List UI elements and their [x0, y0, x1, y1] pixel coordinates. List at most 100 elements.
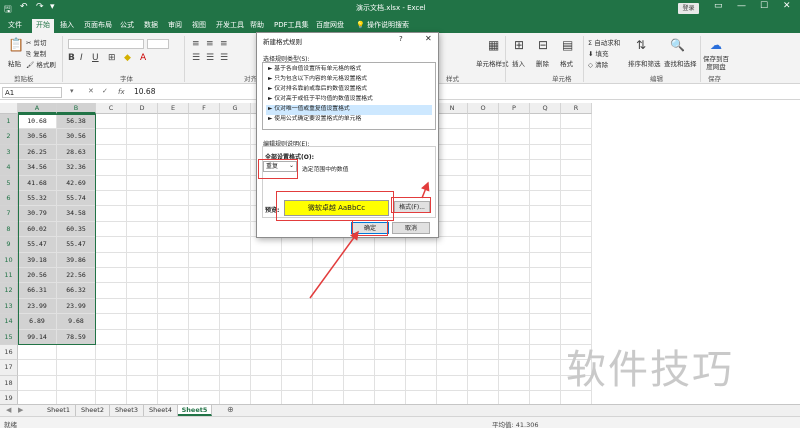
grid-cell[interactable] [189, 206, 220, 222]
grid-cell[interactable] [437, 191, 468, 207]
grid-cell[interactable] [530, 206, 561, 222]
grid-cell[interactable] [96, 375, 127, 392]
paste-icon[interactable]: 📋 [8, 38, 24, 53]
grid-cell[interactable] [468, 144, 499, 161]
sheet-tab[interactable]: Sheet4 [144, 405, 178, 416]
name-box[interactable]: A1 [2, 87, 62, 98]
grid-cell[interactable] [530, 252, 561, 268]
grid-cell[interactable] [344, 268, 375, 284]
grid-cell[interactable] [344, 314, 375, 330]
grid-cell[interactable] [406, 391, 437, 404]
grid-cell[interactable] [530, 345, 561, 361]
minimize-icon[interactable]: — [737, 1, 746, 11]
grid-cell[interactable] [189, 391, 220, 404]
grid-cell[interactable] [561, 191, 592, 207]
grid-cell[interactable] [406, 375, 437, 392]
grid-cell[interactable] [468, 175, 499, 191]
grid-cell[interactable] [96, 298, 127, 315]
tab-file[interactable]: 文件 [8, 20, 22, 30]
grid-cell[interactable] [406, 329, 437, 345]
grid-cell[interactable] [158, 298, 189, 315]
insert-function-button[interactable]: fx [118, 88, 125, 96]
grid-cell[interactable] [127, 314, 158, 330]
grid-cell[interactable] [220, 298, 251, 315]
grid-cell[interactable] [189, 237, 220, 253]
row-header[interactable]: 8 [0, 221, 18, 238]
grid-cell[interactable] [530, 160, 561, 176]
grid-cell[interactable] [18, 375, 57, 392]
row-header[interactable]: 7 [0, 206, 18, 222]
grid-cell[interactable] [530, 314, 561, 330]
grid-cell[interactable] [96, 206, 127, 222]
grid-cell[interactable] [499, 298, 530, 315]
grid-cell[interactable] [344, 345, 375, 361]
grid-cell[interactable] [220, 375, 251, 392]
grid-cell[interactable] [406, 298, 437, 315]
grid-cell[interactable] [220, 329, 251, 345]
grid-cell[interactable] [375, 252, 406, 268]
grid-cell[interactable] [437, 114, 468, 130]
grid-cell[interactable] [499, 237, 530, 253]
grid-cell[interactable] [96, 144, 127, 161]
grid-cell[interactable] [220, 191, 251, 207]
grid-cell[interactable] [468, 114, 499, 130]
grid-cell[interactable] [189, 144, 220, 161]
delete-cells-button[interactable]: 删除 [536, 58, 549, 68]
grid-cell[interactable] [18, 360, 57, 376]
grid-cell[interactable] [344, 329, 375, 345]
cancel-entry-icon[interactable]: ✕ [88, 87, 94, 95]
grid-cell[interactable] [127, 375, 158, 392]
rule-type-item[interactable]: ► 只为包含以下内容的单元格设置格式 [266, 75, 432, 85]
customize-qat-icon[interactable]: ▾ [50, 2, 55, 12]
grid-cell[interactable] [344, 283, 375, 299]
data-cell[interactable]: 60.35 [57, 221, 96, 238]
align-top-icon[interactable]: ≡ [192, 39, 200, 49]
close-icon[interactable]: ✕ [783, 1, 791, 11]
grid-cell[interactable] [437, 160, 468, 176]
row-header[interactable]: 5 [0, 175, 18, 191]
grid-cell[interactable] [313, 375, 344, 392]
tab-developer[interactable]: 开发工具 [216, 20, 244, 30]
data-cell[interactable]: 6.89 [18, 314, 57, 330]
data-cell[interactable]: 55.47 [18, 237, 57, 253]
grid-cell[interactable] [127, 114, 158, 130]
grid-cell[interactable] [96, 391, 127, 404]
grid-cell[interactable] [499, 221, 530, 238]
data-cell[interactable]: 32.36 [57, 160, 96, 176]
grid-cell[interactable] [468, 391, 499, 404]
grid-cell[interactable] [499, 252, 530, 268]
grid-cell[interactable] [127, 237, 158, 253]
formula-input[interactable]: 10.68 [134, 87, 155, 96]
font-color-icon[interactable]: A [140, 53, 146, 63]
ribbon-display-icon[interactable]: ▭ [714, 1, 723, 11]
grid-cell[interactable] [127, 252, 158, 268]
data-cell[interactable]: 20.56 [18, 268, 57, 284]
grid-cell[interactable] [96, 345, 127, 361]
grid-cell[interactable] [282, 345, 313, 361]
column-header[interactable]: A [18, 103, 57, 114]
grid-cell[interactable] [530, 237, 561, 253]
align-middle-icon[interactable]: ≡ [206, 39, 214, 49]
grid-cell[interactable] [561, 283, 592, 299]
grid-cell[interactable] [220, 221, 251, 238]
grid-cell[interactable] [158, 391, 189, 404]
grid-cell[interactable] [158, 283, 189, 299]
chevron-down-icon[interactable]: ⌄ [289, 162, 294, 169]
grid-cell[interactable] [561, 252, 592, 268]
underline-icon[interactable]: U [92, 53, 99, 63]
cut-button[interactable]: ✂ 剪切 [26, 37, 47, 47]
save-icon[interactable]: 🖫 [4, 2, 12, 18]
grid-cell[interactable] [468, 160, 499, 176]
grid-cell[interactable] [158, 345, 189, 361]
align-bottom-icon[interactable]: ≡ [220, 39, 228, 49]
data-cell[interactable]: 39.18 [18, 252, 57, 268]
align-left-icon[interactable]: ☰ [192, 53, 200, 63]
grid-cell[interactable] [530, 283, 561, 299]
tell-me-search[interactable]: 💡 操作说明搜索 [356, 20, 409, 30]
font-name-combo[interactable] [68, 39, 144, 49]
sheet-tab[interactable]: Sheet3 [110, 405, 144, 416]
grid-cell[interactable] [127, 329, 158, 345]
data-cell[interactable]: 30.56 [57, 129, 96, 145]
grid-cell[interactable] [220, 345, 251, 361]
grid-cell[interactable] [499, 114, 530, 130]
